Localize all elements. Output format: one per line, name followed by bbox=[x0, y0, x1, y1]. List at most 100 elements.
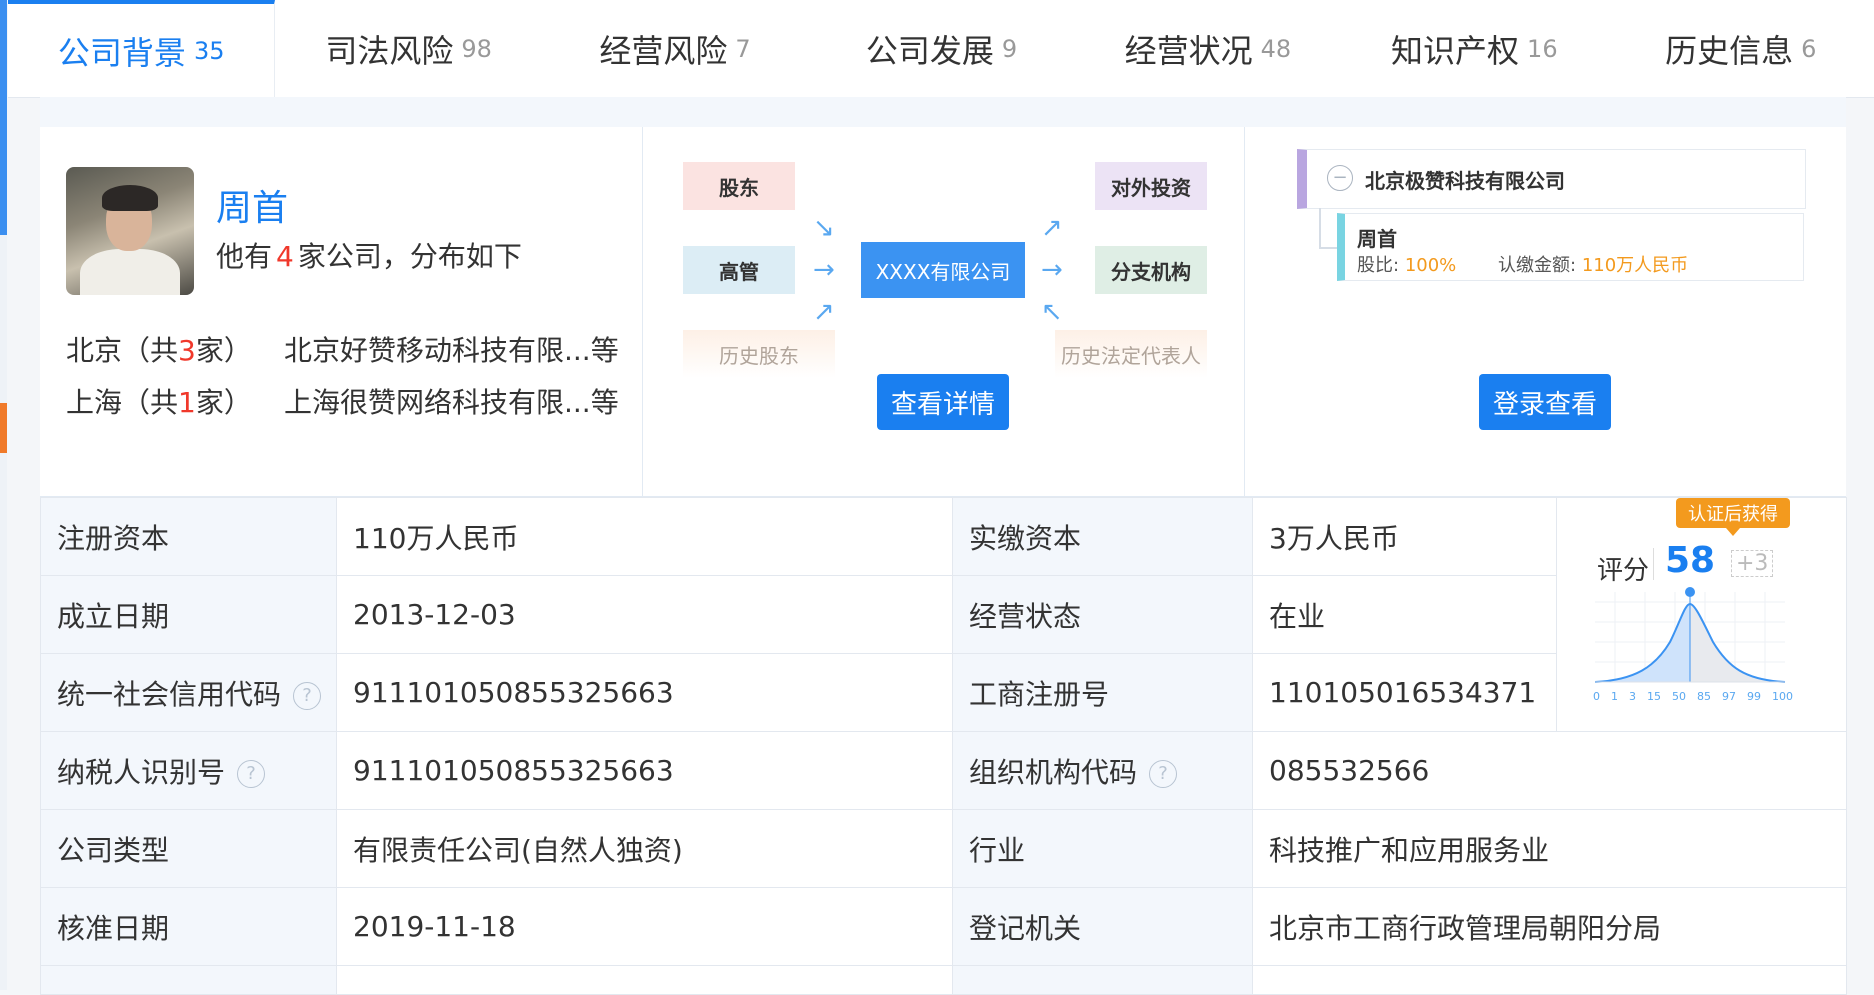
taxpayer-label: 纳税人识别号? bbox=[40, 731, 337, 810]
amount-label: 认缴金额: bbox=[1498, 255, 1577, 276]
tab-history[interactable]: 历史信息 6 bbox=[1608, 0, 1874, 97]
credit-code-value: 911101050855325663 bbox=[336, 653, 953, 732]
location-row: 北京（共3家） 北京好赞移动科技有限...等 bbox=[66, 329, 619, 369]
verify-badge[interactable]: 认证后获得 bbox=[1676, 498, 1790, 536]
tab-label: 公司发展 bbox=[865, 31, 994, 70]
reg-capital-label: 注册资本 bbox=[40, 497, 337, 576]
tab-count: 35 bbox=[193, 36, 225, 65]
found-date-label: 成立日期 bbox=[40, 575, 337, 654]
tab-label: 历史信息 bbox=[1665, 31, 1794, 70]
table-row-partial bbox=[336, 965, 953, 995]
help-icon[interactable]: ? bbox=[1149, 759, 1178, 788]
reg-capital-value: 110万人民币 bbox=[336, 497, 953, 576]
tab-count: 9 bbox=[1001, 34, 1018, 63]
ratio-value: 100% bbox=[1404, 255, 1457, 276]
biz-reg-label: 工商注册号 bbox=[952, 653, 1253, 732]
page-left-accent bbox=[0, 0, 7, 990]
location-company[interactable]: 北京好赞移动科技有限...等 bbox=[284, 329, 619, 369]
avatar-body bbox=[80, 249, 180, 295]
node-branch: 分支机构 bbox=[1095, 246, 1207, 294]
arrow-icon: ↗ bbox=[813, 297, 835, 327]
tab-business-status[interactable]: 经营状况 48 bbox=[1075, 0, 1341, 97]
arrow-icon: → bbox=[813, 255, 835, 285]
overview-cards: 周首 他有 4 家公司，分布如下 北京（共3家） 北京好赞移动科技有限...等 上海… bbox=[40, 127, 1846, 497]
arrow-icon: ↗ bbox=[1041, 213, 1063, 243]
table-row bbox=[40, 965, 1847, 995]
node-executive: 高管 bbox=[683, 246, 795, 294]
tree-connector bbox=[1319, 247, 1337, 249]
table-row: 公司类型 有限责任公司(自然人独资) 行业 科技推广和应用服务业 bbox=[40, 809, 1847, 888]
help-icon[interactable]: ? bbox=[293, 681, 322, 710]
equity-ratio: 股比: 100% 认缴金额: 110万人民币 bbox=[1357, 251, 1688, 277]
tab-company-background[interactable]: 公司背景 35 bbox=[8, 0, 276, 97]
axis-tick: 100 bbox=[1772, 690, 1793, 703]
tab-count: 98 bbox=[461, 34, 492, 63]
legal-rep-name[interactable]: 周首 bbox=[216, 179, 288, 231]
score-distribution-chart bbox=[1595, 587, 1786, 683]
arrow-icon: → bbox=[1041, 255, 1063, 285]
summary-prefix: 他有 bbox=[216, 240, 273, 273]
legal-rep-card: 周首 他有 4 家公司，分布如下 北京（共3家） 北京好赞移动科技有限...等 上海… bbox=[40, 127, 643, 496]
tab-label: 经营状况 bbox=[1124, 31, 1253, 70]
score-widget: 认证后获得 评分 58 +3 0 1 3 15 50 85 97 99 100 bbox=[1565, 498, 1846, 726]
tab-intellectual-property[interactable]: 知识产权 16 bbox=[1341, 0, 1607, 97]
location-suffix: 家） bbox=[195, 334, 252, 367]
tab-company-development[interactable]: 公司发展 9 bbox=[808, 0, 1074, 97]
location-suffix: 家） bbox=[195, 386, 252, 419]
biz-reg-value: 110105016534371 bbox=[1252, 653, 1557, 732]
location-city: 上海（共 bbox=[66, 386, 179, 419]
table-row-partial bbox=[40, 965, 337, 995]
location-company[interactable]: 上海很赞网络科技有限...等 bbox=[284, 381, 619, 421]
approve-date-value: 2019-11-18 bbox=[336, 887, 953, 966]
node-investment: 对外投资 bbox=[1095, 162, 1207, 210]
score-divider bbox=[1653, 548, 1654, 580]
relationship-card: 股东 高管 历史股东 ↘ → ↗ XXXX有限公司 ↗ → ↖ 对外投资 分支机… bbox=[643, 127, 1245, 496]
arrow-icon: ↘ bbox=[813, 213, 835, 243]
table-row: 核准日期 2019-11-18 登记机关 北京市工商行政管理局朝阳分局 bbox=[40, 887, 1847, 966]
node-company: XXXX有限公司 bbox=[861, 242, 1025, 298]
found-date-value: 2013-12-03 bbox=[336, 575, 953, 654]
axis-tick: 97 bbox=[1722, 690, 1736, 703]
tree-connector bbox=[1319, 208, 1321, 248]
tab-judicial-risk[interactable]: 司法风险 98 bbox=[275, 0, 541, 97]
login-view-button[interactable]: 登录查看 bbox=[1479, 374, 1611, 430]
tab-bar: 公司背景 35 司法风险 98 经营风险 7 公司发展 9 经营状况 48 知识产权 16 … bbox=[8, 0, 1874, 98]
score-plus: +3 bbox=[1731, 550, 1774, 577]
axis-tick: 0 bbox=[1593, 690, 1600, 703]
location-count: 1 bbox=[178, 386, 196, 419]
axis-tick: 50 bbox=[1672, 690, 1686, 703]
view-detail-button[interactable]: 查看详情 bbox=[877, 374, 1009, 430]
authority-label: 登记机关 bbox=[952, 887, 1253, 966]
tab-label: 司法风险 bbox=[325, 31, 454, 70]
credit-code-label: 统一社会信用代码? bbox=[40, 653, 337, 732]
axis-tick: 1 bbox=[1611, 690, 1618, 703]
tab-count: 16 bbox=[1527, 34, 1558, 63]
tab-label: 知识产权 bbox=[1391, 31, 1520, 70]
paid-capital-value: 3万人民币 bbox=[1252, 497, 1557, 576]
ratio-label: 股比: bbox=[1357, 255, 1400, 276]
table-row-partial bbox=[952, 965, 1253, 995]
score-axis: 0 1 3 15 50 85 97 99 100 bbox=[1593, 690, 1793, 703]
location-count: 3 bbox=[178, 334, 196, 367]
tab-count: 7 bbox=[735, 34, 751, 63]
help-icon[interactable]: ? bbox=[237, 759, 266, 788]
status-value: 在业 bbox=[1252, 575, 1557, 654]
authority-value: 北京市工商行政管理局朝阳分局 bbox=[1252, 887, 1847, 966]
tab-label: 公司背景 bbox=[57, 33, 186, 72]
table-row: 纳税人识别号? 911101050855325663 组织机构代码? 08553… bbox=[40, 731, 1847, 810]
tab-business-risk[interactable]: 经营风险 7 bbox=[542, 0, 808, 97]
legal-rep-summary: 他有 4 家公司，分布如下 bbox=[216, 235, 522, 275]
avatar[interactable] bbox=[66, 167, 194, 295]
tab-label: 经营风险 bbox=[599, 31, 728, 70]
paid-capital-label: 实缴资本 bbox=[952, 497, 1253, 576]
industry-value: 科技推广和应用服务业 bbox=[1252, 809, 1847, 888]
collapse-icon[interactable]: − bbox=[1327, 165, 1353, 191]
node-history-rep: 历史法定代表人 bbox=[1055, 330, 1207, 378]
company-type-value: 有限责任公司(自然人独资) bbox=[336, 809, 953, 888]
card-headers bbox=[40, 97, 1846, 128]
location-city: 北京（共 bbox=[66, 334, 179, 367]
arrow-icon: ↖ bbox=[1041, 297, 1063, 327]
org-code-label: 组织机构代码? bbox=[952, 731, 1253, 810]
credit-code-label-text: 统一社会信用代码 bbox=[57, 677, 282, 711]
axis-tick: 99 bbox=[1747, 690, 1761, 703]
